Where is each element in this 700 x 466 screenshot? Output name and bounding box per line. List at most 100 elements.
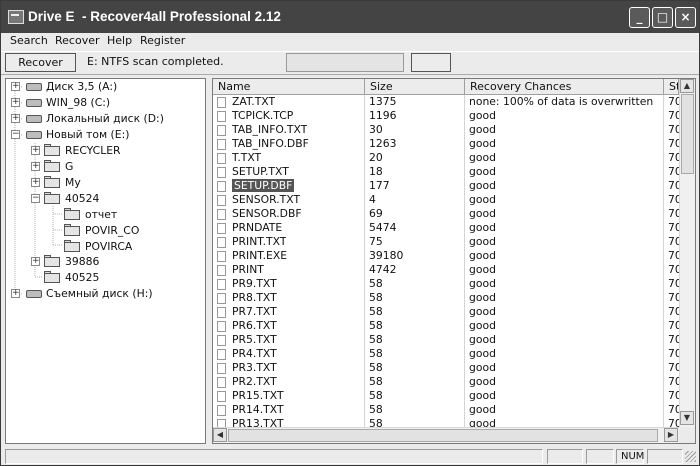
table-row[interactable]: SETUP.TXT 18 good 70 [213, 165, 679, 179]
app-icon [8, 10, 24, 24]
table-row[interactable]: PRINT.TXT 75 good 70 [213, 235, 679, 249]
table-row[interactable]: PR14.TXT 58 good 70 [213, 403, 679, 417]
file-icon [217, 181, 226, 192]
horizontal-scrollbar[interactable]: ◀ ▶ [213, 427, 679, 443]
column-header-size[interactable]: Size [365, 79, 465, 95]
table-row[interactable]: SENSOR.TXT 4 good 70 [213, 193, 679, 207]
vertical-scroll-thumb[interactable] [681, 94, 694, 174]
file-status: 70 [668, 375, 679, 388]
menu-search[interactable]: Search [10, 34, 48, 47]
expand-toggle[interactable]: + [31, 162, 40, 171]
file-size: 58 [369, 347, 383, 360]
scroll-right-icon[interactable]: ▶ [664, 428, 678, 442]
file-status: 70 [668, 95, 679, 108]
column-header-name[interactable]: Name [213, 79, 365, 95]
collapse-toggle[interactable]: − [11, 130, 20, 139]
table-row[interactable]: ZAT.TXT 1375 none: 100% of data is overwri… [213, 95, 679, 109]
scroll-left-icon[interactable]: ◀ [213, 428, 227, 442]
menu-help[interactable]: Help [107, 34, 132, 47]
column-header-status[interactable]: St [664, 79, 679, 95]
file-name: PRINT [232, 263, 264, 276]
recover-button[interactable]: Recover [5, 53, 76, 72]
close-button[interactable]: × [675, 7, 696, 28]
file-name: TCPICK.TCP [232, 109, 294, 122]
expand-toggle[interactable]: + [11, 289, 20, 298]
file-status: 70 [668, 333, 679, 346]
collapse-toggle[interactable]: − [31, 194, 40, 203]
drive-icon [26, 83, 42, 91]
file-name: PR4.TXT [232, 347, 277, 360]
num-lock-indicator: NUM [616, 449, 644, 464]
drive-icon [26, 290, 42, 298]
file-icon [217, 377, 226, 388]
table-row[interactable]: PR3.TXT 58 good 70 [213, 361, 679, 375]
file-size: 177 [369, 179, 390, 192]
file-icon [217, 167, 226, 178]
maximize-button[interactable]: □ [652, 7, 673, 28]
stop-button[interactable] [411, 53, 451, 72]
file-size: 4742 [369, 263, 397, 276]
expand-toggle[interactable]: + [31, 146, 40, 155]
resize-grip-icon[interactable] [685, 451, 696, 462]
expand-toggle[interactable]: + [11, 114, 20, 123]
file-name: PR3.TXT [232, 361, 277, 374]
minimize-button[interactable]: _ [629, 7, 650, 28]
file-icon [217, 363, 226, 374]
table-row[interactable]: PRNDATE 5474 good 70 [213, 221, 679, 235]
file-name: PR15.TXT [232, 389, 284, 402]
expand-toggle[interactable]: + [31, 178, 40, 187]
scroll-down-icon[interactable]: ▼ [680, 411, 694, 425]
table-row[interactable]: PR15.TXT 58 good 70 [213, 389, 679, 403]
table-row[interactable]: PR9.TXT 58 good 70 [213, 277, 679, 291]
table-row[interactable]: PR6.TXT 58 good 70 [213, 319, 679, 333]
file-icon [217, 265, 226, 276]
vertical-scrollbar[interactable]: ▲ ▼ [679, 79, 695, 427]
scroll-up-icon[interactable]: ▲ [680, 79, 694, 93]
table-row[interactable]: PR4.TXT 58 good 70 [213, 347, 679, 361]
file-icon [217, 251, 226, 262]
tree-item-label: отчет [85, 208, 118, 221]
table-row[interactable]: PR5.TXT 58 good 70 [213, 333, 679, 347]
file-status: 70 [668, 123, 679, 136]
recovery-chance: good [469, 305, 496, 318]
table-row[interactable]: PR2.TXT 58 good 70 [213, 375, 679, 389]
table-row[interactable]: PRINT 4742 good 70 [213, 263, 679, 277]
table-row[interactable]: TAB_INFO.DBF 1263 good 70 [213, 137, 679, 151]
table-row[interactable]: PR8.TXT 58 good 70 [213, 291, 679, 305]
table-row[interactable]: PRINT.EXE 39180 good 70 [213, 249, 679, 263]
file-name: SETUP.DBF [232, 179, 295, 192]
drive-icon [26, 115, 42, 123]
file-name: PR6.TXT [232, 319, 277, 332]
file-name: PR2.TXT [232, 375, 277, 388]
file-size: 58 [369, 361, 383, 374]
table-row[interactable]: TAB_INFO.TXT 30 good 70 [213, 123, 679, 137]
file-size: 58 [369, 291, 383, 304]
table-row[interactable]: PR7.TXT 58 good 70 [213, 305, 679, 319]
scroll-corner [679, 427, 695, 443]
tree-item-label: POVIR_CO [85, 224, 140, 237]
recovery-chance: good [469, 123, 496, 136]
folder-icon [44, 176, 60, 188]
tree-item-label: WIN_98 (C:) [46, 96, 111, 109]
menu-recover[interactable]: Recover [55, 34, 100, 47]
file-name: PRINT.EXE [232, 249, 288, 262]
table-row[interactable]: TCPICK.TCP 1196 good 70 [213, 109, 679, 123]
recovery-chance: good [469, 193, 496, 206]
recovery-chance: none: 100% of data is overwritten [469, 95, 654, 108]
expand-toggle[interactable]: + [11, 82, 20, 91]
file-status: 70 [668, 361, 679, 374]
table-row[interactable]: SENSOR.DBF 69 good 70 [213, 207, 679, 221]
column-header-recovery-chances[interactable]: Recovery Chances [465, 79, 664, 95]
file-status: 70 [668, 389, 679, 402]
file-name: PR9.TXT [232, 277, 277, 290]
table-row[interactable]: SETUP.DBF 177 good 70 [213, 179, 679, 193]
table-row[interactable]: T.TXT 20 good 70 [213, 151, 679, 165]
expand-toggle[interactable]: + [11, 98, 20, 107]
expand-toggle[interactable]: + [31, 257, 40, 266]
horizontal-scroll-thumb[interactable] [228, 429, 658, 442]
file-icon [217, 111, 226, 122]
tree-item-label: G [65, 160, 74, 173]
file-name: SENSOR.DBF [232, 207, 302, 220]
file-size: 20 [369, 151, 383, 164]
menu-register[interactable]: Register [140, 34, 185, 47]
